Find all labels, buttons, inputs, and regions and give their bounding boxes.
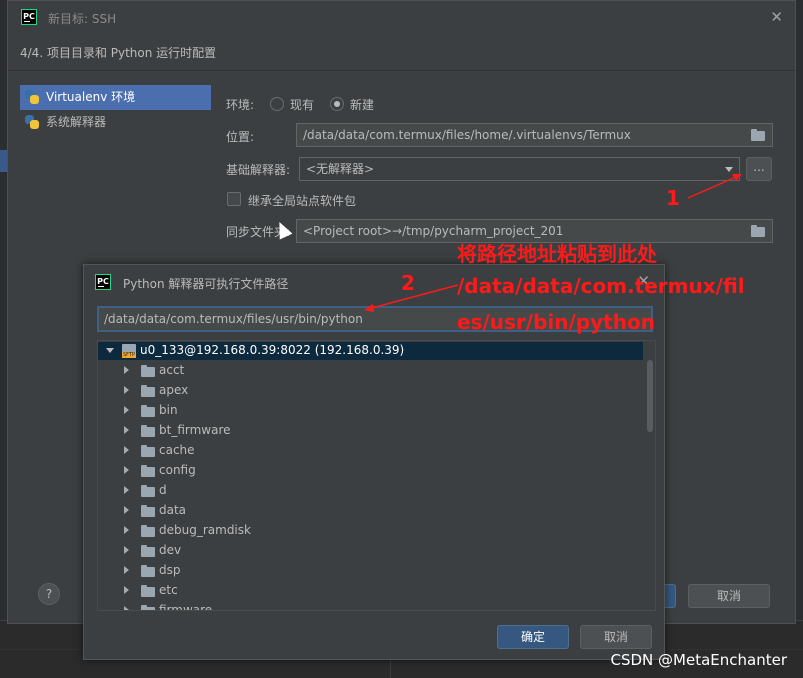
- watermark: CSDN @MetaEnchanter: [610, 651, 788, 669]
- annotation-marker-2: 2: [401, 271, 415, 295]
- annotation-path-line1: /data/data/com.termux/fil: [457, 274, 745, 298]
- annotation-instruction: 将路径地址粘贴到此处: [457, 242, 657, 266]
- annotation-arrowhead-2: [364, 304, 374, 312]
- annotation-marker-1: 1: [666, 186, 680, 210]
- annotation-arrows: [364, 174, 742, 312]
- annotation-arrow-1: [687, 175, 739, 199]
- annotation-path-line2: es/usr/bin/python: [457, 310, 655, 334]
